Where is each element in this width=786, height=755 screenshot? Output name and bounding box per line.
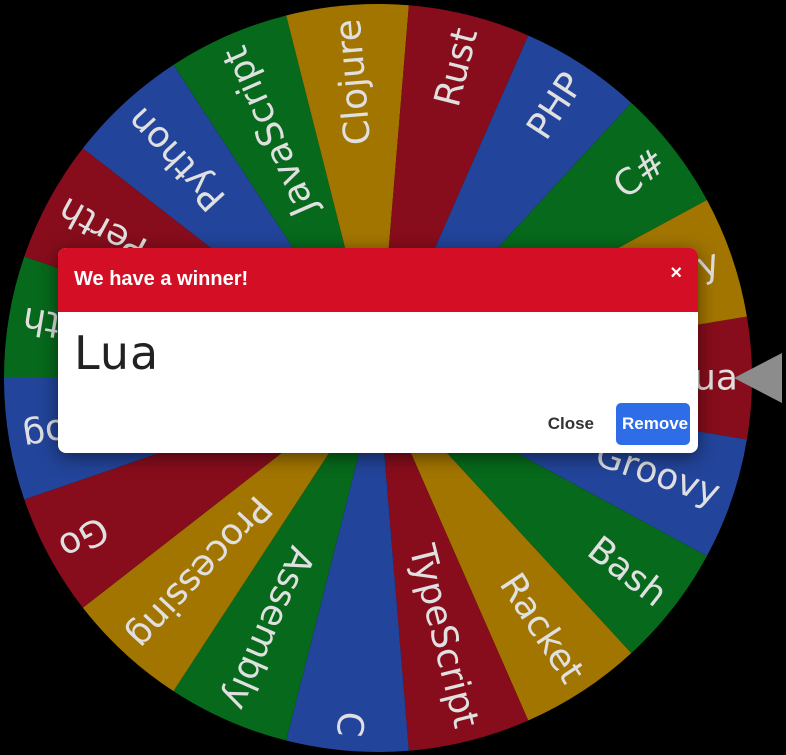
winner-dialog: We have a winner! × Lua Close Remove	[58, 248, 698, 453]
winner-name: Lua	[74, 326, 160, 380]
dialog-title: We have a winner!	[74, 268, 249, 290]
remove-button[interactable]: Remove	[616, 403, 690, 445]
dialog-header: We have a winner! ×	[58, 248, 698, 312]
close-icon[interactable]: ×	[670, 262, 682, 285]
wheel-slice-label: C	[328, 710, 371, 738]
close-button[interactable]: Close	[544, 403, 598, 445]
